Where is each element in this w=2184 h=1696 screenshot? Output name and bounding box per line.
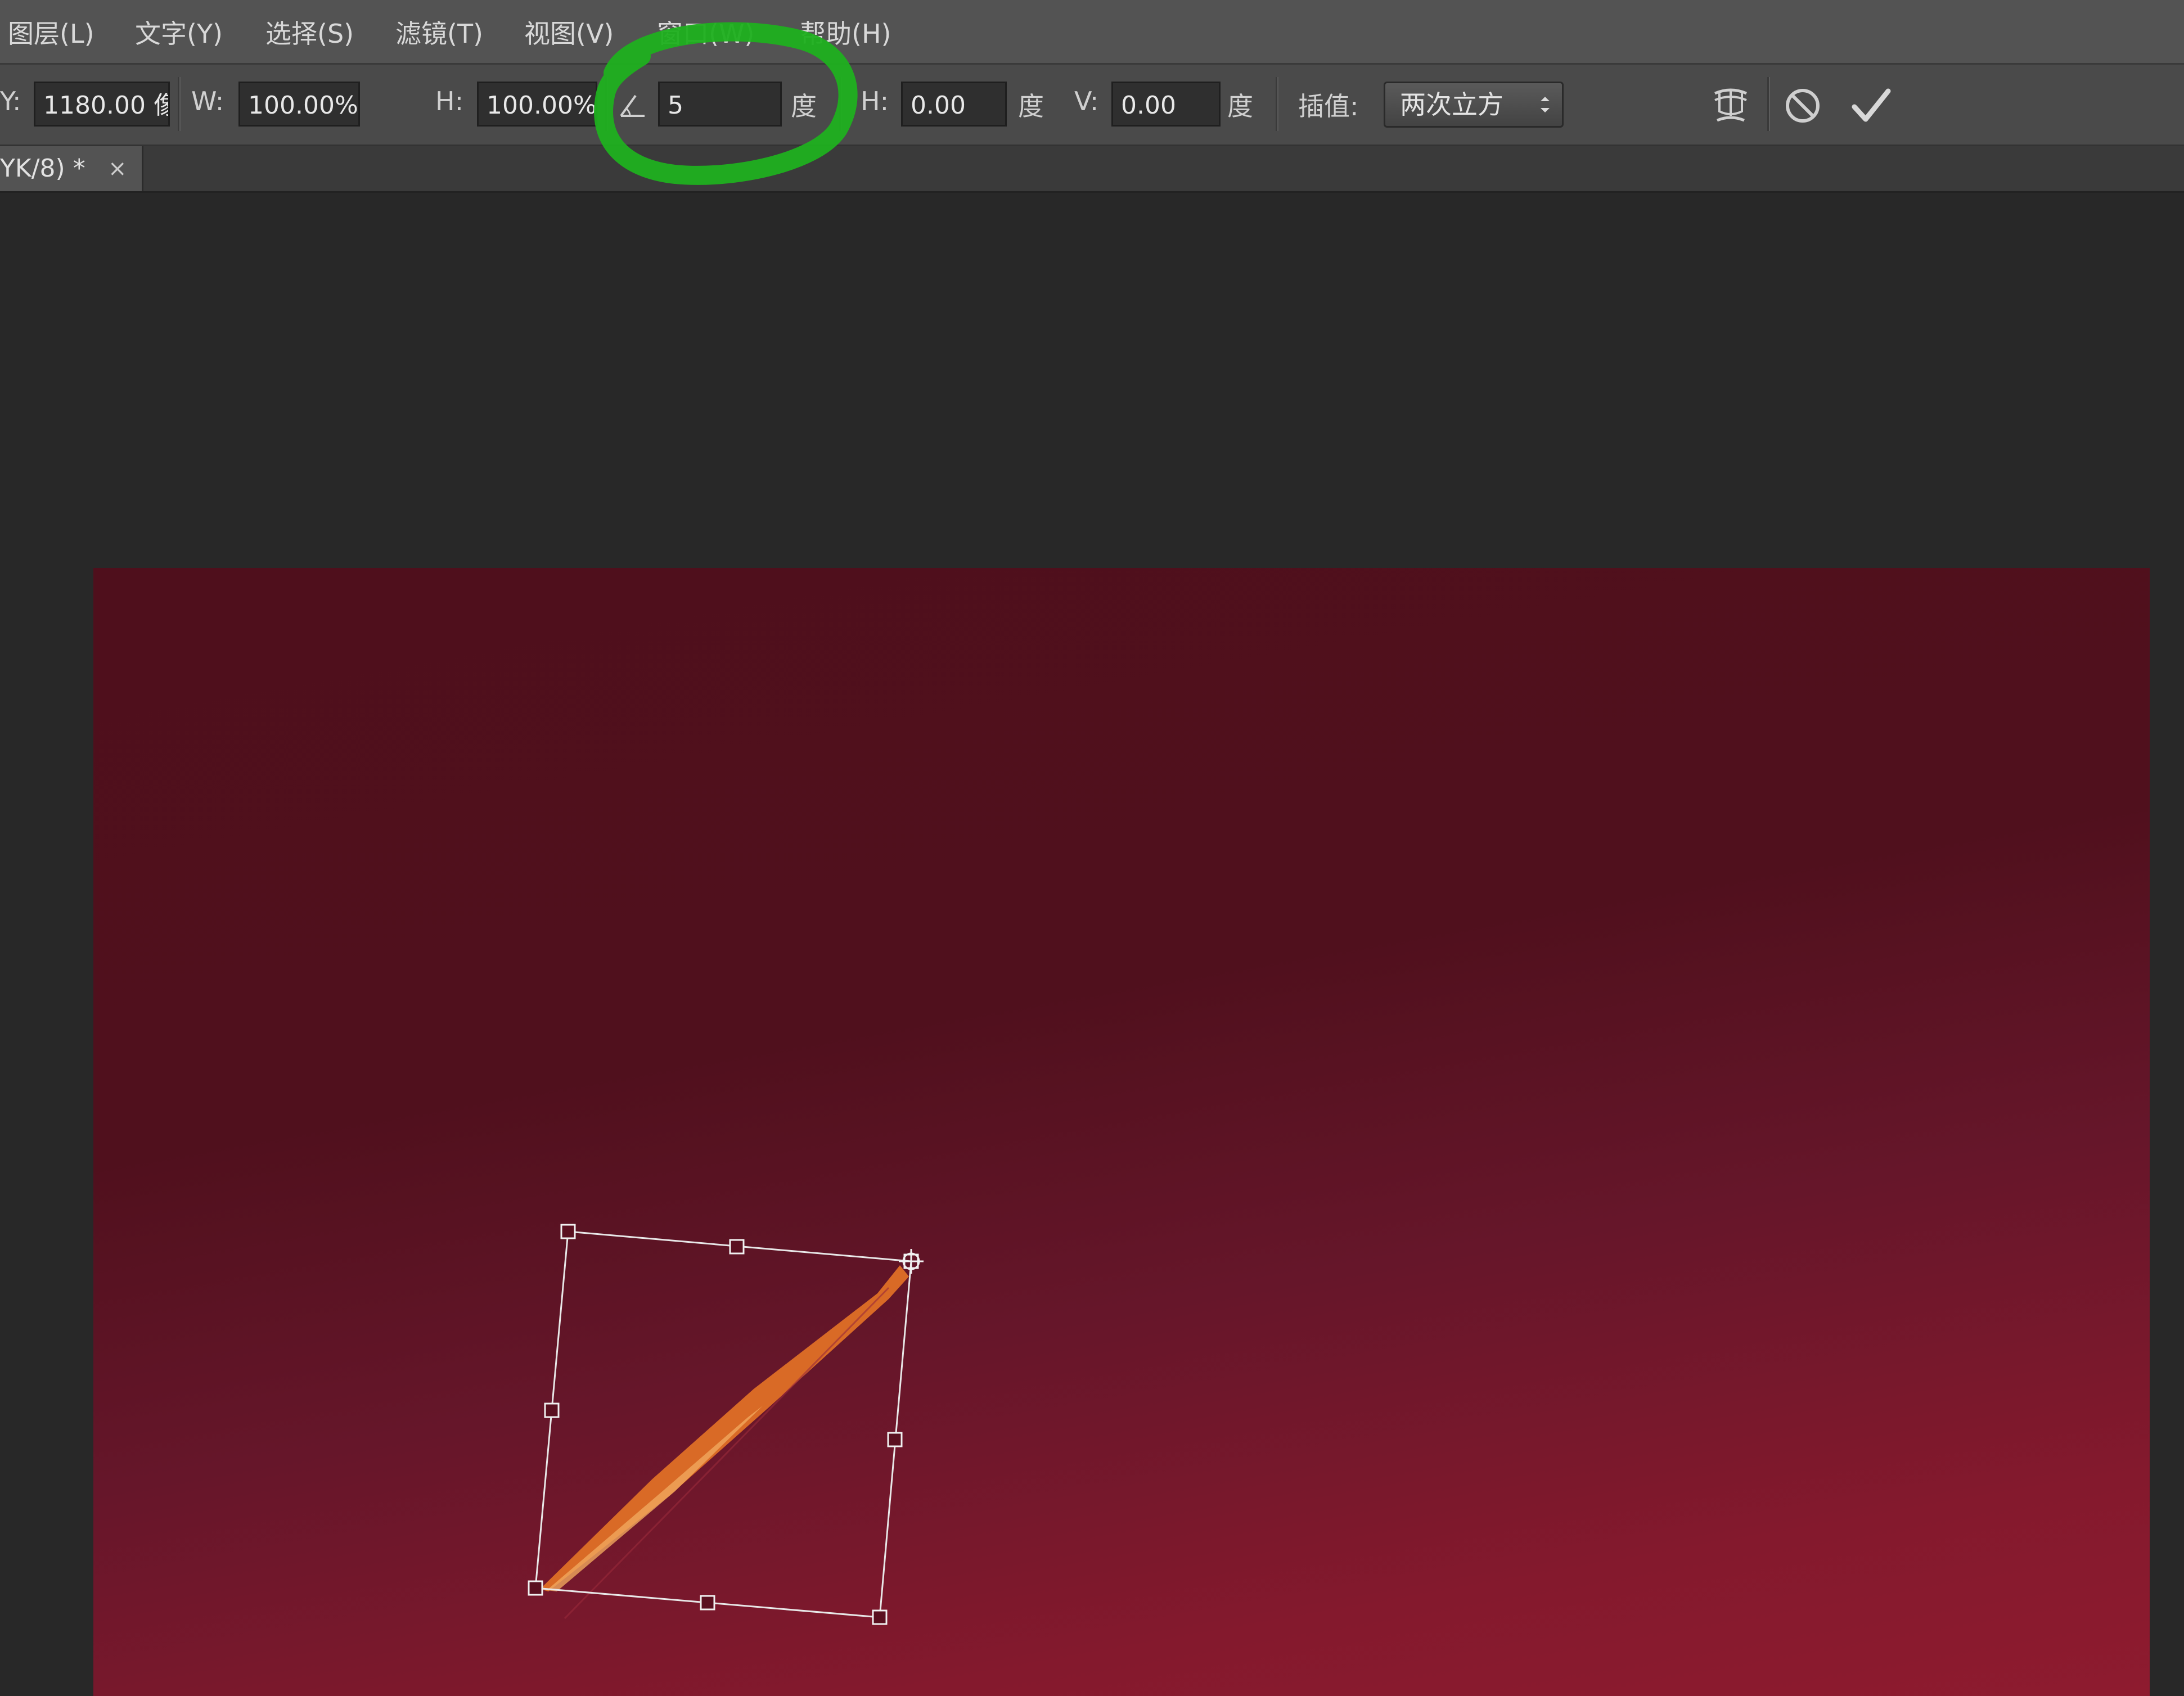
handle-bottom-right[interactable] (872, 1609, 888, 1625)
brush-stroke-faint-line (564, 1287, 890, 1620)
handle-middle-right[interactable] (887, 1432, 903, 1447)
green-highlight-annotation (594, 22, 858, 185)
handle-bottom-left[interactable] (528, 1580, 543, 1596)
handle-top-middle[interactable] (729, 1239, 745, 1255)
orange-brush-stroke (540, 1265, 909, 1591)
handle-bottom-middle[interactable] (700, 1595, 715, 1611)
handle-middle-left[interactable] (544, 1402, 560, 1418)
brush-stroke-highlight (547, 1406, 763, 1591)
overlay-layer (528, 22, 924, 1625)
handle-top-left[interactable] (560, 1224, 576, 1239)
